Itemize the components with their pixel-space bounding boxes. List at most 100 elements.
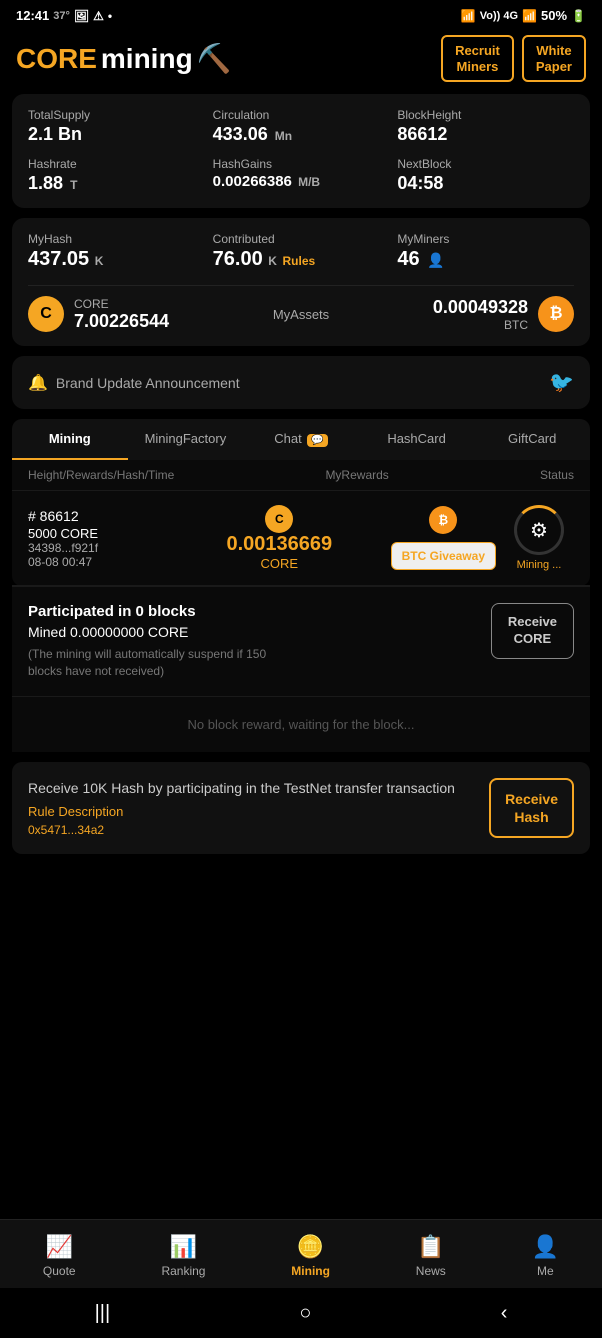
btc-giveaway-button[interactable]: BTC Giveaway [391, 542, 496, 570]
circulation-value: 433.06 Mn [213, 124, 390, 145]
white-paper-button[interactable]: WhitePaper [522, 35, 586, 82]
receive-hash-button[interactable]: ReceiveHash [489, 778, 574, 838]
tab-hashcard[interactable]: HashCard [359, 419, 475, 460]
hashrate-label: Hashrate [28, 157, 205, 171]
logo-emoji: ⛏️ [197, 42, 232, 75]
block-time: 08-08 00:47 [28, 555, 168, 569]
next-block-label: NextBlock [397, 157, 574, 171]
mining-status-text: Mining ... [517, 559, 562, 571]
mining-reward-area: C 0.00136669 CORE [176, 505, 383, 571]
my-miners-stat: MyMiners 46 👤 [397, 232, 574, 271]
btc-asset-amount: 0.00049328 [433, 297, 528, 318]
btc-asset: 0.00049328 BTC ₿ [433, 296, 574, 332]
tab-mining[interactable]: Mining [12, 419, 128, 460]
mining-nav-label: Mining [291, 1264, 330, 1278]
core-reward-label: CORE [261, 556, 299, 571]
signal-icon: Vo)) 4G [480, 10, 518, 22]
status-bar: 12:41 37° 🖼 ⚠ • 📶 Vo)) 4G 📶 50% 🔋 [0, 0, 602, 27]
wifi-icon: 📶 [461, 9, 476, 23]
col-header-3: Status [540, 468, 574, 482]
announcement-text: Brand Update Announcement [56, 375, 240, 391]
hashrate-stat: Hashrate 1.88 T [28, 157, 205, 194]
battery-icon: 🔋 [571, 9, 586, 23]
hash-gains-value: 0.00266386 M/B [213, 173, 390, 190]
tab-miningfactory[interactable]: MiningFactory [128, 419, 244, 460]
header-buttons: RecruitMiners WhitePaper [441, 35, 586, 82]
contributed-label: Contributed [213, 232, 390, 246]
hash-id: 34398...f921f [28, 541, 168, 555]
system-nav-bar: ||| ○ ‹ [0, 1288, 602, 1338]
mining-nav-icon: 🪙 [297, 1234, 324, 1260]
recruit-miners-button[interactable]: RecruitMiners [441, 35, 514, 82]
core-asset-label: CORE [74, 297, 169, 311]
core-reward-amount: 0.00136669 [226, 533, 332, 556]
receive-hash-title: Receive 10K Hash by participating in the… [28, 779, 455, 799]
mining-row: # 86612 5000 CORE 34398...f921f 08-08 00… [12, 491, 590, 586]
total-supply-label: TotalSupply [28, 108, 205, 122]
btc-giveaway-icon: ₿ [429, 506, 457, 534]
tab-giftcard[interactable]: GiftCard [474, 419, 590, 460]
nav-ranking[interactable]: 📊 Ranking [145, 1230, 221, 1282]
receive-core-button[interactable]: ReceiveCORE [491, 603, 574, 659]
core-asset: C CORE 7.00226544 [28, 296, 169, 332]
core-asset-amount: 7.00226544 [74, 311, 169, 332]
me-label: Me [537, 1264, 554, 1278]
nav-news[interactable]: 📋 News [400, 1230, 462, 1282]
tab-chat[interactable]: Chat 💬 [243, 419, 359, 460]
my-hash-label: MyHash [28, 232, 205, 246]
btc-asset-label: BTC [433, 318, 528, 332]
circulation-label: Circulation [213, 108, 390, 122]
no-reward-area: No block reward, waiting for the block..… [12, 696, 590, 752]
circulation-stat: Circulation 433.06 Mn [213, 108, 390, 145]
participated-title: Participated in 0 blocks [28, 603, 268, 620]
logo-core: CORE [16, 43, 97, 75]
hashrate-value: 1.88 T [28, 173, 205, 194]
nav-me[interactable]: 👤 Me [516, 1230, 575, 1282]
image-icon: 🖼 [74, 9, 89, 23]
assets-row: C CORE 7.00226544 MyAssets 0.00049328 BT… [28, 285, 574, 332]
mining-spinner: ⚙ [514, 505, 564, 555]
status-degree: 37° [53, 10, 70, 22]
total-supply-stat: TotalSupply 2.1 Bn [28, 108, 205, 145]
ranking-icon: 📊 [170, 1234, 197, 1260]
receive-hash-address[interactable]: 0x5471...34a2 [28, 823, 455, 837]
dot-icon: • [108, 9, 112, 23]
block-reward: 5000 CORE [28, 526, 168, 541]
block-height-label: BlockHeight [397, 108, 574, 122]
receive-hash-block: Receive 10K Hash by participating in the… [12, 762, 590, 854]
contributed-value: 76.00 K Rules [213, 248, 390, 271]
nav-mining[interactable]: 🪙 Mining [275, 1230, 346, 1282]
hash-card: MyHash 437.05 K Contributed 76.00 K Rule… [12, 218, 590, 346]
mined-amount: Mined 0.00000000 CORE [28, 624, 268, 640]
next-block-value: 04:58 [397, 173, 574, 194]
hash-gains-stat: HashGains 0.00266386 M/B [213, 157, 390, 194]
bottom-nav: 📈 Quote 📊 Ranking 🪙 Mining 📋 News 👤 Me [0, 1219, 602, 1288]
btc-giveaway-area: ₿ BTC Giveaway [391, 506, 496, 570]
total-supply-value: 2.1 Bn [28, 124, 205, 145]
twitter-icon[interactable]: 🐦 [549, 370, 574, 395]
home-button[interactable]: ○ [299, 1302, 311, 1325]
warning-icon: ⚠ [93, 9, 104, 23]
block-number: # 86612 [28, 508, 168, 524]
contributed-stat: Contributed 76.00 K Rules [213, 232, 390, 271]
me-icon: 👤 [532, 1234, 559, 1260]
core-coin-icon: C [28, 296, 64, 332]
recent-apps-button[interactable]: ||| [95, 1302, 111, 1325]
speaker-icon: 🔔 [28, 373, 48, 393]
back-button[interactable]: ‹ [501, 1302, 508, 1325]
nav-quote[interactable]: 📈 Quote [27, 1230, 92, 1282]
news-label: News [416, 1264, 446, 1278]
col-header-1: Height/Rewards/Hash/Time [28, 468, 174, 482]
logo: CORE mining ⛏️ [16, 42, 232, 75]
no-reward-text: No block reward, waiting for the block..… [28, 717, 574, 732]
stats-card: TotalSupply 2.1 Bn Circulation 433.06 Mn… [12, 94, 590, 208]
logo-mining: mining [101, 43, 193, 75]
announcement-bar: 🔔 Brand Update Announcement 🐦 [12, 356, 590, 409]
suspension-note: (The mining will automatically suspend i… [28, 646, 268, 680]
battery-text: 50% [541, 8, 567, 23]
tab-bar: Mining MiningFactory Chat 💬 HashCard Gif… [12, 419, 590, 460]
block-height-value: 86612 [397, 124, 574, 145]
rule-description-link[interactable]: Rule Description [28, 804, 455, 819]
next-block-stat: NextBlock 04:58 [397, 157, 574, 194]
rules-link[interactable]: Rules [283, 254, 316, 268]
